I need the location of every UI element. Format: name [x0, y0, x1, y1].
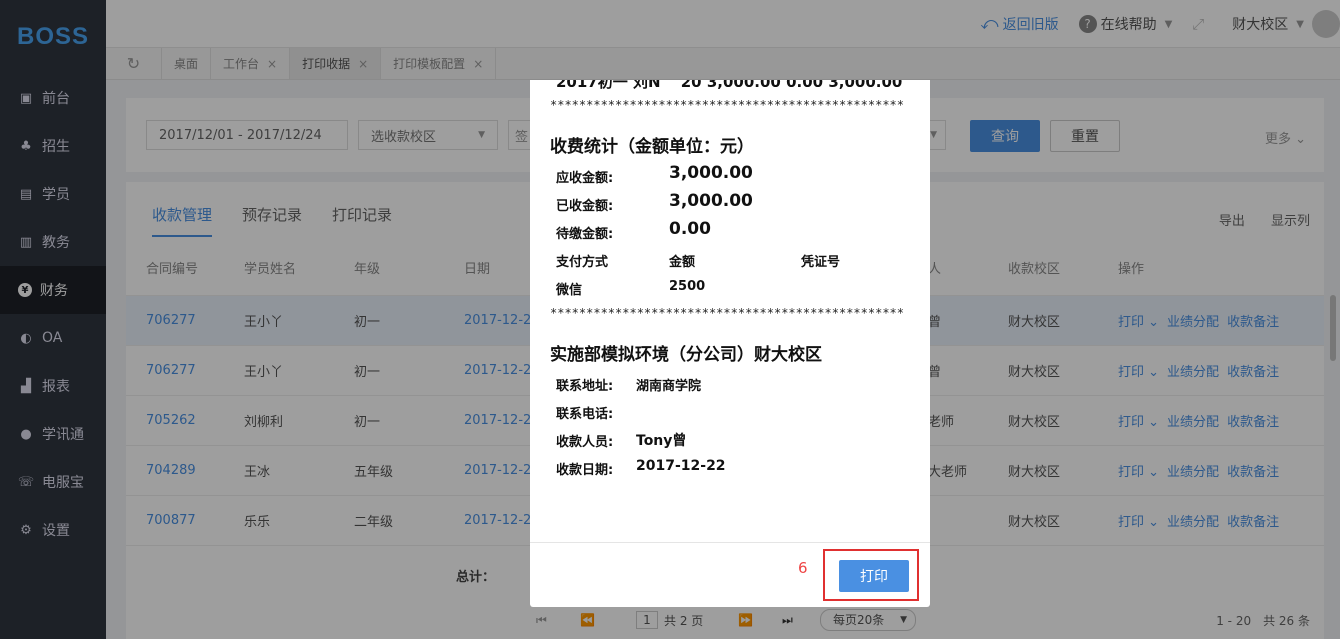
date-value: 2017-12-22	[636, 458, 726, 474]
pay-method-header: 支付方式	[556, 255, 609, 270]
voucher-header: 凭证号	[801, 255, 841, 270]
step-marker: 6	[798, 559, 808, 577]
cashier-value: Tony曾	[636, 433, 687, 449]
phone-label: 联系电话:	[556, 407, 614, 422]
receipt-item-line: 2017初一 刘N 20 3,000.00 0.00 3,000.00	[556, 80, 903, 91]
date-label: 收款日期:	[556, 463, 614, 478]
due-value: 3,000.00	[669, 163, 753, 183]
print-preview-modal: 2017初一 刘N 20 3,000.00 0.00 3,000.00 ****…	[530, 80, 930, 607]
separator: ****************************************…	[550, 306, 905, 320]
paid-label: 已收金额:	[556, 199, 614, 214]
paid-value: 3,000.00	[669, 191, 753, 211]
owed-value: 0.00	[669, 219, 711, 239]
pay-amount-value: 2500	[669, 279, 706, 294]
separator: ****************************************…	[550, 98, 905, 112]
due-label: 应收金额:	[556, 171, 614, 186]
cashier-label: 收款人员:	[556, 435, 614, 450]
print-button[interactable]: 打印	[839, 560, 909, 592]
scrollbar[interactable]	[1330, 295, 1336, 361]
pay-method-value: 微信	[556, 283, 583, 298]
org-title: 实施部模拟环境（分公司）财大校区	[550, 345, 822, 365]
address-label: 联系地址:	[556, 379, 614, 394]
stats-title: 收费统计（金额单位：元）	[550, 137, 754, 157]
amount-header: 金额	[669, 255, 696, 270]
owed-label: 待缴金额:	[556, 227, 614, 242]
address-value: 湖南商学院	[636, 379, 702, 394]
modal-footer: 6 打印	[530, 542, 930, 607]
receipt-preview: 2017初一 刘N 20 3,000.00 0.00 3,000.00 ****…	[530, 80, 930, 542]
highlight-frame: 打印	[823, 549, 919, 601]
